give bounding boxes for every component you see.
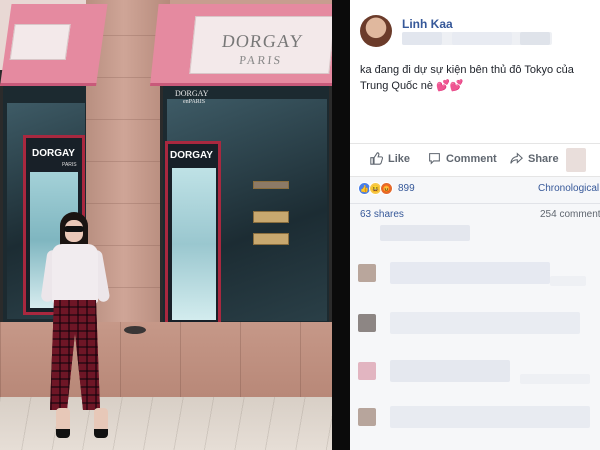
poster-left-sub: PARIS: [62, 162, 77, 168]
blurred-comment: [550, 276, 586, 286]
storefront-window-right: DORGAY enPARIS DORGAY: [160, 70, 332, 325]
like-button[interactable]: Like: [370, 152, 410, 165]
display-shelf: [253, 233, 289, 245]
blurred-comment: [390, 360, 510, 382]
blurred-comment: [520, 374, 590, 384]
list-item: [350, 352, 600, 390]
blurred-comment: [390, 262, 550, 284]
shoe-left: [56, 408, 70, 438]
share-label: Share: [528, 152, 559, 165]
poster-right-brand: DORGAY: [170, 150, 213, 161]
author-name[interactable]: Linh Kaa: [402, 17, 453, 31]
avatar[interactable]: [358, 264, 376, 282]
avatar[interactable]: [358, 362, 376, 380]
avatar[interactable]: [358, 314, 376, 332]
share-button[interactable]: Share: [510, 152, 559, 165]
reaction-count: 899: [398, 183, 415, 194]
awning-sub: PARIS: [238, 53, 283, 67]
list-item: [350, 254, 600, 292]
shoe-right: [94, 408, 108, 438]
awning-brand: DORGAY: [220, 31, 305, 51]
sunglasses: [64, 226, 84, 232]
awning-left-panel: [9, 24, 71, 60]
poster-right-image: [172, 168, 216, 320]
poster-left-brand: DORGAY: [32, 148, 75, 159]
awning-left: [0, 4, 108, 86]
poster-right: DORGAY: [165, 141, 221, 325]
blurred-timestamp: [402, 32, 552, 45]
awning-right: DORGAY PARIS: [150, 4, 332, 86]
blurred-comment: [390, 406, 590, 428]
comment-sort-dropdown[interactable]: Chronological ▾: [538, 183, 600, 194]
comment-button[interactable]: Comment: [428, 152, 497, 165]
plaid-pattern: [50, 300, 100, 410]
drain-cover: [124, 326, 146, 334]
white-shirt: [52, 244, 98, 304]
divider: [350, 203, 600, 204]
window-sign-brand: DORGAY: [175, 89, 209, 98]
screenshot: DORGAY PARIS DORGAY enPARIS DORGAY DORGA…: [0, 0, 600, 450]
lightbox-divider: [332, 0, 350, 450]
blurred-comment: [390, 312, 580, 334]
post-message-text: ka đang đi dự sự kiện bên thủ đô Tokyo c…: [360, 64, 574, 92]
comment-label: Comment: [446, 152, 497, 165]
display-shelf: [253, 181, 289, 189]
avatar[interactable]: [358, 408, 376, 426]
display-shelf: [253, 211, 289, 223]
like-label: Like: [388, 152, 411, 165]
hearts-emoji: 💕💕: [436, 80, 464, 92]
woman-posing: [40, 212, 120, 442]
window-sign-sub: enPARIS: [183, 99, 206, 105]
share-icon: [510, 152, 523, 164]
list-item: [350, 398, 600, 436]
post-message: ka đang đi dự sự kiện bên thủ đô Tokyo c…: [360, 62, 598, 94]
post-panel: Linh Kaa ka đang đi dự sự kiện bên thủ đ…: [350, 0, 600, 450]
shares-link[interactable]: 63 shares: [360, 209, 404, 220]
post-photo[interactable]: DORGAY PARIS DORGAY enPARIS DORGAY DORGA…: [0, 0, 332, 450]
list-item: [350, 304, 600, 342]
reactions-summary[interactable]: 👍 😆 😡 899: [358, 182, 415, 195]
comments-count[interactable]: 254 comments: [540, 209, 600, 220]
comment-icon: [429, 153, 440, 165]
angry-reaction-icon: 😡: [380, 182, 393, 195]
like-icon: [370, 152, 383, 165]
sort-label: Chronological: [538, 183, 600, 194]
comments-list: [350, 248, 600, 450]
blurred-page-avatar: [566, 148, 586, 172]
action-bar: Like Comment Share: [350, 143, 600, 177]
blurred-text: [380, 225, 470, 241]
awning-right-panel: DORGAY PARIS: [189, 16, 332, 74]
author-avatar[interactable]: [360, 15, 392, 47]
